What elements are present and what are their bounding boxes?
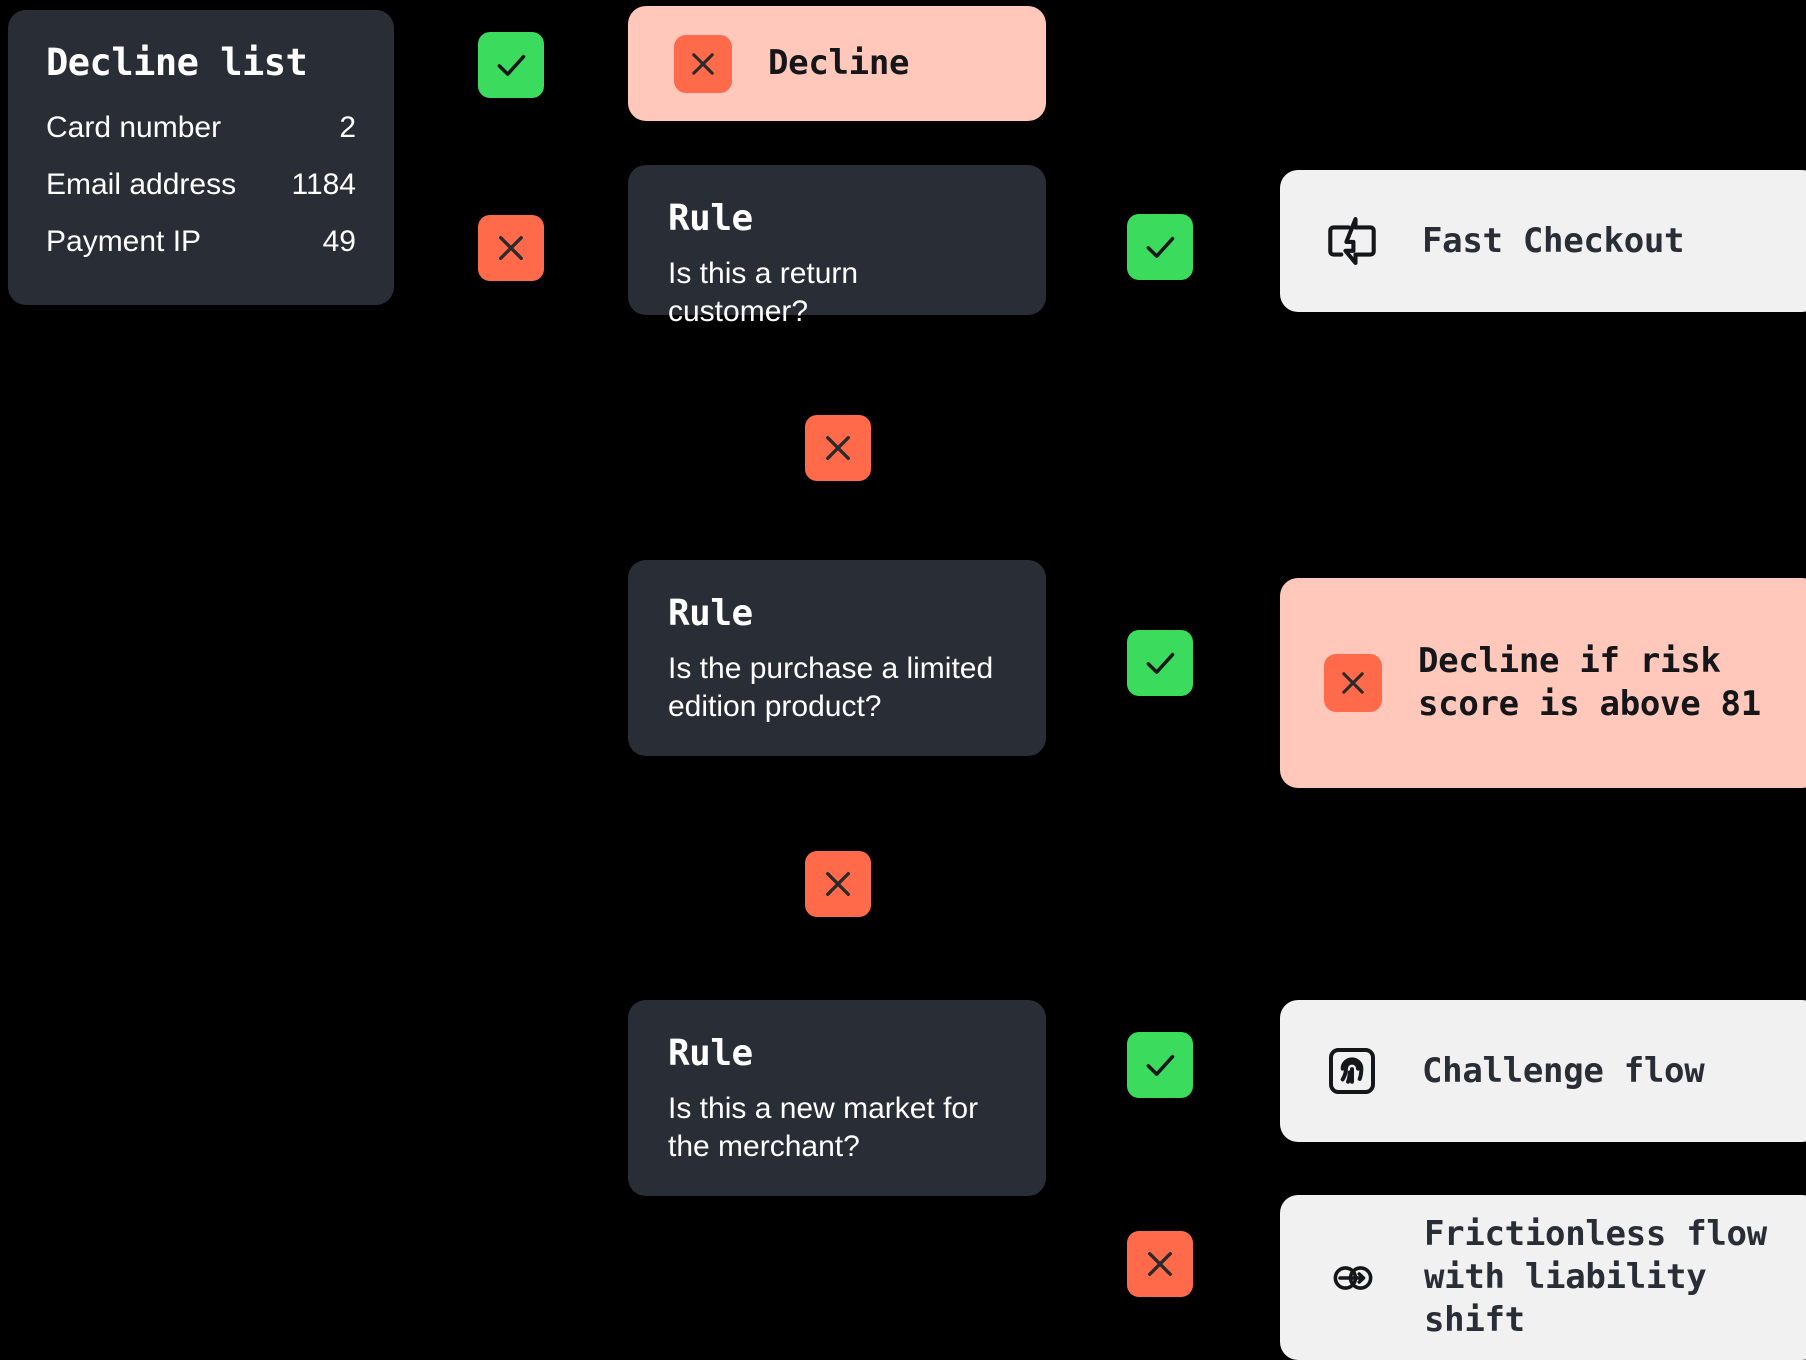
outcome-card-frictionless-flow[interactable]: Frictionless flow with liability shift bbox=[1280, 1195, 1806, 1360]
connector-badge-no[interactable] bbox=[478, 215, 544, 281]
connector-badge-no[interactable] bbox=[805, 415, 871, 481]
x-icon bbox=[499, 236, 523, 260]
x-icon bbox=[1342, 672, 1364, 694]
rule-title: Rule bbox=[668, 1033, 753, 1074]
outcome-label: Challenge flow bbox=[1422, 1050, 1705, 1091]
decline-list-row-value: 2 bbox=[339, 111, 356, 144]
outcome-card-decline-risk-score[interactable]: Decline if risk score is above 81 bbox=[1280, 578, 1806, 788]
decline-list-row-label: Card number bbox=[46, 111, 222, 144]
rule-title: Rule bbox=[668, 198, 753, 239]
decision-flow-diagram: Decline list Card number 2 Email address… bbox=[0, 0, 1806, 1360]
outcome-card-decline[interactable]: Decline bbox=[628, 6, 1046, 121]
connector-badge-yes[interactable] bbox=[1127, 630, 1193, 696]
connector-badge-yes[interactable] bbox=[1127, 1032, 1193, 1098]
x-icon bbox=[826, 872, 850, 896]
x-icon bbox=[692, 52, 714, 75]
outcome-label: Frictionless flow with liability shift bbox=[1424, 1214, 1767, 1340]
decline-list-row-value: 49 bbox=[322, 225, 356, 258]
decline-list-row: Card number 2 bbox=[46, 111, 356, 144]
x-icon bbox=[1148, 1252, 1172, 1276]
fingerprint-icon bbox=[1324, 1043, 1380, 1099]
outcome-card-challenge-flow[interactable]: Challenge flow bbox=[1280, 1000, 1806, 1142]
lightning-bolt-icon bbox=[1324, 213, 1380, 269]
connector-badge-no[interactable] bbox=[805, 851, 871, 917]
check-icon bbox=[1146, 1054, 1175, 1076]
rule-question: Is this a return customer? bbox=[668, 257, 859, 329]
connector-badge-yes[interactable] bbox=[478, 32, 544, 98]
decline-list-row-value: 1184 bbox=[291, 168, 356, 201]
check-icon bbox=[1146, 236, 1175, 258]
outcome-label: Fast Checkout bbox=[1422, 220, 1685, 261]
rule-card-return-customer[interactable]: Rule Is this a return customer? bbox=[628, 165, 1046, 328]
decline-list-row-label: Email address bbox=[46, 168, 237, 201]
rule-title: Rule bbox=[668, 593, 753, 634]
rule-question: Is the purchase a limited edition produc… bbox=[668, 652, 994, 724]
rule-question: Is this a new market for the merchant? bbox=[668, 1092, 979, 1164]
outcome-label: Decline if risk score is above 81 bbox=[1418, 641, 1761, 724]
connector-badge-no[interactable] bbox=[1127, 1231, 1193, 1297]
rule-card-limited-edition[interactable]: Rule Is the purchase a limited edition p… bbox=[628, 560, 1046, 756]
decline-list-card: Decline list Card number 2 Email address… bbox=[8, 10, 394, 305]
rule-card-new-market[interactable]: Rule Is this a new market for the mercha… bbox=[628, 1000, 1046, 1196]
linked-circles-arrow-icon bbox=[1324, 1249, 1382, 1307]
decline-list-title: Decline list bbox=[46, 41, 308, 84]
x-icon-badge bbox=[1324, 654, 1382, 712]
decline-list-row: Email address 1184 bbox=[46, 168, 356, 201]
check-icon bbox=[1146, 652, 1175, 674]
decline-list-row: Payment IP 49 bbox=[46, 225, 356, 258]
check-icon bbox=[497, 54, 526, 76]
decline-list-row-label: Payment IP bbox=[46, 225, 202, 258]
outcome-card-fast-checkout[interactable]: Fast Checkout bbox=[1280, 170, 1806, 312]
x-icon-badge bbox=[674, 34, 732, 93]
x-icon bbox=[826, 436, 850, 460]
connector-badge-yes[interactable] bbox=[1127, 214, 1193, 280]
outcome-label: Decline bbox=[768, 43, 910, 84]
